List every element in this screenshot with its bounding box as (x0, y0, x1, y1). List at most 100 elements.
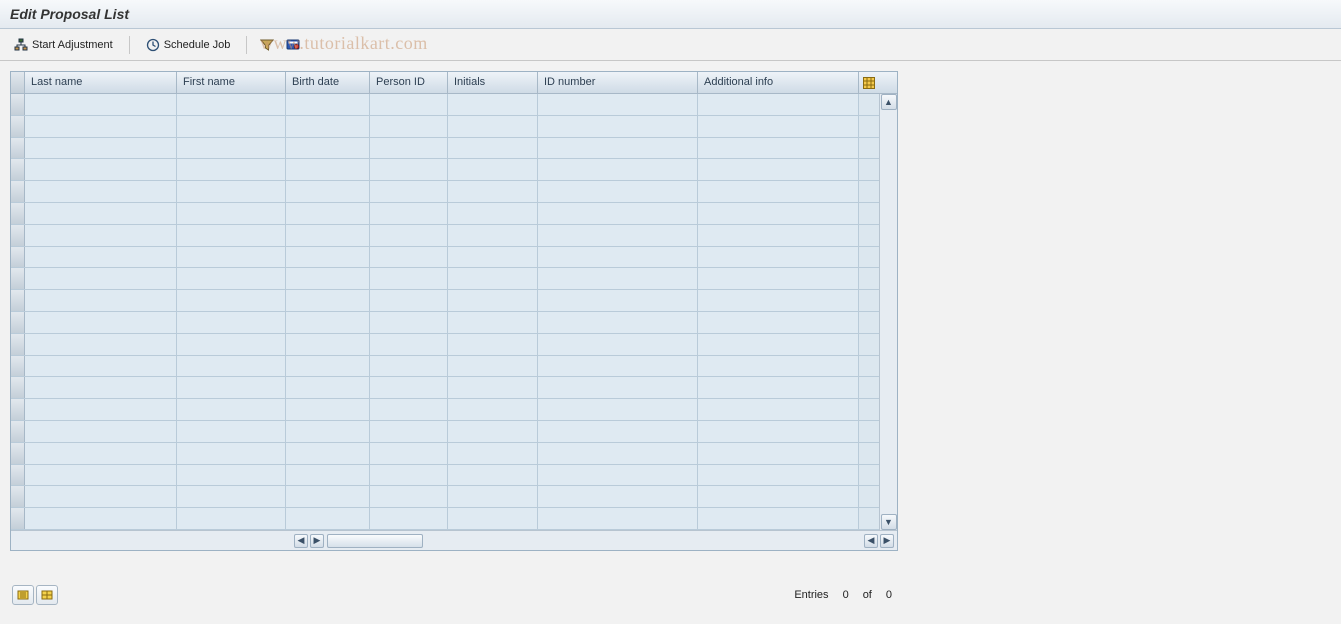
row-selector[interactable] (11, 399, 25, 420)
cell-initials[interactable] (448, 290, 538, 311)
table-row[interactable] (11, 421, 879, 443)
table-row[interactable] (11, 465, 879, 487)
scroll-down-button[interactable]: ▼ (881, 514, 897, 530)
cell-birth-date[interactable] (286, 203, 370, 224)
table-row[interactable] (11, 356, 879, 378)
row-selector[interactable] (11, 138, 25, 159)
vertical-scrollbar[interactable]: ▲ ▼ (879, 94, 897, 530)
cell-id-number[interactable] (538, 94, 698, 115)
horizontal-scrollbar[interactable]: ◀ ▶ ◀ ▶ (11, 530, 897, 550)
cell-first-name[interactable] (177, 268, 286, 289)
cell-initials[interactable] (448, 203, 538, 224)
cell-last-name[interactable] (25, 290, 177, 311)
cell-last-name[interactable] (25, 268, 177, 289)
cell-person-id[interactable] (370, 94, 448, 115)
cell-initials[interactable] (448, 116, 538, 137)
table-row[interactable] (11, 247, 879, 269)
cell-id-number[interactable] (538, 399, 698, 420)
column-header-birth-date[interactable]: Birth date (286, 72, 370, 93)
table-row[interactable] (11, 225, 879, 247)
cell-initials[interactable] (448, 268, 538, 289)
table-row[interactable] (11, 94, 879, 116)
cell-first-name[interactable] (177, 181, 286, 202)
table-row[interactable] (11, 312, 879, 334)
cell-birth-date[interactable] (286, 312, 370, 333)
row-selector[interactable] (11, 465, 25, 486)
cell-last-name[interactable] (25, 508, 177, 529)
cell-birth-date[interactable] (286, 268, 370, 289)
table-row[interactable] (11, 290, 879, 312)
cell-initials[interactable] (448, 334, 538, 355)
cell-additional-info[interactable] (698, 116, 859, 137)
cell-birth-date[interactable] (286, 486, 370, 507)
cell-id-number[interactable] (538, 486, 698, 507)
cell-person-id[interactable] (370, 508, 448, 529)
cell-id-number[interactable] (538, 138, 698, 159)
cell-first-name[interactable] (177, 356, 286, 377)
cell-birth-date[interactable] (286, 247, 370, 268)
row-selector[interactable] (11, 181, 25, 202)
column-header-last-name[interactable]: Last name (25, 72, 177, 93)
cell-additional-info[interactable] (698, 486, 859, 507)
cell-initials[interactable] (448, 225, 538, 246)
cell-initials[interactable] (448, 399, 538, 420)
cell-additional-info[interactable] (698, 159, 859, 180)
cell-person-id[interactable] (370, 334, 448, 355)
cell-id-number[interactable] (538, 465, 698, 486)
cell-additional-info[interactable] (698, 290, 859, 311)
cell-initials[interactable] (448, 181, 538, 202)
cell-person-id[interactable] (370, 203, 448, 224)
cell-person-id[interactable] (370, 181, 448, 202)
row-selector[interactable] (11, 356, 25, 377)
cell-initials[interactable] (448, 465, 538, 486)
cell-person-id[interactable] (370, 377, 448, 398)
cell-last-name[interactable] (25, 159, 177, 180)
column-header-id-number[interactable]: ID number (538, 72, 698, 93)
row-selector[interactable] (11, 268, 25, 289)
table-row[interactable] (11, 138, 879, 160)
table-row[interactable] (11, 268, 879, 290)
table-row[interactable] (11, 508, 879, 530)
cell-birth-date[interactable] (286, 290, 370, 311)
cell-person-id[interactable] (370, 399, 448, 420)
cell-id-number[interactable] (538, 290, 698, 311)
cell-last-name[interactable] (25, 225, 177, 246)
cell-person-id[interactable] (370, 159, 448, 180)
cell-initials[interactable] (448, 247, 538, 268)
row-selector[interactable] (11, 421, 25, 442)
row-selector[interactable] (11, 508, 25, 529)
cell-additional-info[interactable] (698, 268, 859, 289)
cell-id-number[interactable] (538, 268, 698, 289)
cell-id-number[interactable] (538, 247, 698, 268)
cell-first-name[interactable] (177, 247, 286, 268)
cell-first-name[interactable] (177, 203, 286, 224)
cell-initials[interactable] (448, 508, 538, 529)
cell-birth-date[interactable] (286, 138, 370, 159)
column-header-first-name[interactable]: First name (177, 72, 286, 93)
cell-additional-info[interactable] (698, 203, 859, 224)
vscroll-track[interactable] (880, 110, 897, 514)
cell-additional-info[interactable] (698, 94, 859, 115)
cell-initials[interactable] (448, 443, 538, 464)
cell-last-name[interactable] (25, 377, 177, 398)
cell-birth-date[interactable] (286, 334, 370, 355)
cell-additional-info[interactable] (698, 421, 859, 442)
cell-first-name[interactable] (177, 225, 286, 246)
scroll-right-step-button[interactable]: ▶ (310, 534, 324, 548)
cell-birth-date[interactable] (286, 443, 370, 464)
cell-initials[interactable] (448, 312, 538, 333)
cell-additional-info[interactable] (698, 181, 859, 202)
cell-additional-info[interactable] (698, 312, 859, 333)
cell-id-number[interactable] (538, 443, 698, 464)
start-adjustment-button[interactable]: Start Adjustment (8, 36, 119, 54)
cell-additional-info[interactable] (698, 377, 859, 398)
hscroll-thumb[interactable] (327, 534, 423, 548)
row-selector[interactable] (11, 247, 25, 268)
cell-person-id[interactable] (370, 138, 448, 159)
cell-last-name[interactable] (25, 486, 177, 507)
cell-person-id[interactable] (370, 268, 448, 289)
cell-initials[interactable] (448, 94, 538, 115)
row-selector[interactable] (11, 443, 25, 464)
row-selector[interactable] (11, 290, 25, 311)
cell-birth-date[interactable] (286, 94, 370, 115)
